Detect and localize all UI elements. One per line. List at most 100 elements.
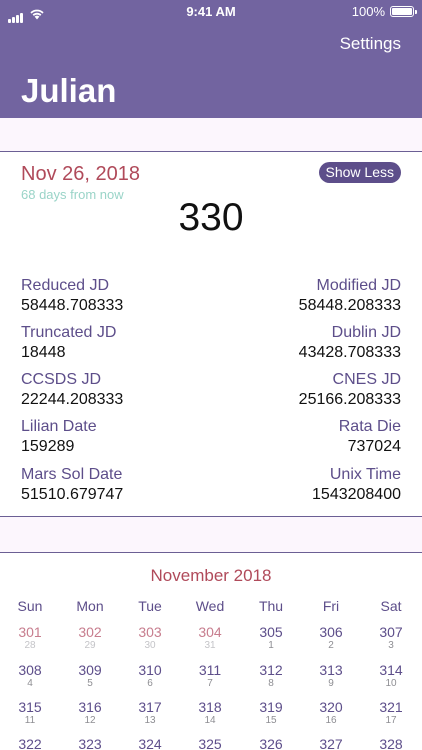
day-of-month-number: 7 (207, 678, 213, 689)
calendar-day-cell[interactable]: 324 (120, 736, 180, 750)
calendar-day-cell[interactable]: 303 30 (120, 624, 180, 651)
calendar-day-cell[interactable]: 306 2 (301, 624, 361, 651)
day-of-month-number: 31 (204, 640, 216, 651)
day-of-month-number: 28 (24, 640, 36, 651)
weekday-thu: Thu (258, 598, 284, 614)
calendar-day-cell[interactable]: 326 (241, 736, 301, 750)
lilian-date: Lilian Date 159289 (21, 417, 221, 457)
calendar-day-cell[interactable]: 302 29 (60, 624, 120, 651)
day-of-year-number: 327 (319, 736, 343, 750)
calendar-day-cell[interactable]: 312 8 (241, 662, 301, 689)
day-of-year-number: 308 (18, 662, 42, 678)
modified-jd-value: 58448.208333 (298, 297, 401, 314)
day-of-year-number: 301 (18, 624, 42, 640)
calendar-month-title: November 2018 (150, 566, 272, 585)
calendar-day-cell[interactable]: 325 (180, 736, 240, 750)
day-of-month-number: 14 (204, 715, 216, 726)
day-of-year-number: 326 (259, 736, 283, 750)
truncated-jd-label: Truncated JD (21, 324, 117, 341)
day-of-year-number: 305 (259, 624, 283, 640)
battery-percentage: 100% (351, 4, 385, 19)
calendar-day-cell[interactable]: 315 11 (0, 699, 60, 726)
calendar-day-cell[interactable]: 327 (301, 736, 361, 750)
weekday-wed: Wed (195, 598, 225, 614)
unix-time-value: 1543208400 (312, 486, 401, 503)
mars-sol-date: Mars Sol Date 51510.679747 (21, 465, 221, 505)
day-of-month-number: 11 (24, 715, 36, 726)
day-of-month-number: 17 (385, 715, 397, 726)
dublin-jd-value: 43428.708333 (298, 344, 401, 361)
day-of-year-number: 314 (379, 662, 403, 678)
cnes-jd-label: CNES JD (332, 371, 401, 388)
weekday-fri: Fri (322, 598, 340, 614)
date-detail-card: Nov 26, 2018 68 days from now Show Less … (0, 151, 422, 517)
day-of-year-number: 321 (379, 699, 403, 715)
truncated-jd: Truncated JD 18448 (21, 323, 221, 363)
ccsds-jd-label: CCSDS JD (21, 371, 102, 388)
day-of-month-number: 16 (325, 715, 337, 726)
settings-button[interactable]: Settings (340, 34, 401, 54)
calendar-day-cell[interactable]: 308 4 (0, 662, 60, 689)
day-of-month-number: 6 (147, 678, 153, 689)
calendar-day-cell[interactable]: 322 (0, 736, 60, 750)
calendar-day-cell[interactable]: 310 6 (120, 662, 180, 689)
calendar-day-cell[interactable]: 309 5 (60, 662, 120, 689)
show-less-button[interactable]: Show Less (318, 162, 401, 183)
weekday-sat: Sat (380, 598, 402, 614)
calendar-day-cell[interactable]: 323 (60, 736, 120, 750)
calendar-day-cell[interactable]: 314 10 (361, 662, 421, 689)
day-of-month-number: 30 (144, 640, 156, 651)
day-of-year-number: 315 (18, 699, 42, 715)
page-title: Julian (21, 72, 117, 109)
battery-status: 100% (351, 4, 417, 19)
truncated-jd-value: 18448 (21, 344, 66, 361)
ccsds-jd-value: 22244.208333 (21, 391, 124, 408)
mars-sol-date-label: Mars Sol Date (21, 466, 123, 483)
calendar-day-cell[interactable]: 320 16 (301, 699, 361, 726)
calendar-day-cell[interactable]: 318 14 (180, 699, 240, 726)
calendar-day-cell[interactable]: 317 13 (120, 699, 180, 726)
day-of-year-number: 312 (259, 662, 283, 678)
unix-time: Unix Time 1543208400 (201, 465, 401, 505)
calendar-day-cell[interactable]: 313 9 (301, 662, 361, 689)
calendar-day-cell[interactable]: 305 1 (241, 624, 301, 651)
day-of-month-number: 13 (144, 715, 156, 726)
day-of-year-number: 310 (138, 662, 162, 678)
calendar-day-cell[interactable]: 328 (361, 736, 421, 750)
day-of-month-number: 1 (268, 640, 274, 651)
day-of-year-number: 302 (78, 624, 102, 640)
day-of-month-number: 12 (84, 715, 96, 726)
weekday-sun: Sun (17, 598, 43, 614)
calendar-day-cell[interactable]: 307 3 (361, 624, 421, 651)
day-of-year-number: 320 (319, 699, 343, 715)
navigation-header: 9:41 AM 100% Settings Julian (0, 0, 422, 118)
day-of-month-number: 29 (84, 640, 96, 651)
day-of-month-number: 9 (328, 678, 334, 689)
reduced-jd-value: 58448.708333 (21, 297, 124, 314)
day-of-year-number: 313 (319, 662, 343, 678)
day-of-year-number: 303 (138, 624, 162, 640)
day-of-year-number: 306 (319, 624, 343, 640)
calendar-day-cell[interactable]: 301 28 (0, 624, 60, 651)
calendar-day-cell[interactable]: 316 12 (60, 699, 120, 726)
day-of-year-number: 307 (379, 624, 403, 640)
day-of-month-number: 4 (27, 678, 33, 689)
dublin-jd: Dublin JD 43428.708333 (201, 323, 401, 363)
calendar-day-cell[interactable]: 311 7 (180, 662, 240, 689)
day-of-year-number: 325 (198, 736, 222, 750)
rata-die: Rata Die 737024 (201, 417, 401, 457)
day-of-month-number: 3 (388, 640, 394, 651)
rata-die-value: 737024 (347, 438, 401, 455)
lilian-date-label: Lilian Date (21, 418, 97, 435)
battery-icon (390, 6, 417, 17)
day-of-year-number: 316 (78, 699, 102, 715)
calendar-day-cell[interactable]: 319 15 (241, 699, 301, 726)
day-of-year: 330 (178, 196, 244, 239)
day-of-year-number: 328 (379, 736, 403, 750)
day-of-month-number: 2 (328, 640, 334, 651)
mars-sol-date-value: 51510.679747 (21, 486, 124, 503)
calendar-day-cell[interactable]: 304 31 (180, 624, 240, 651)
cnes-jd-value: 25166.208333 (298, 391, 401, 408)
day-of-year-number: 318 (198, 699, 222, 715)
calendar-day-cell[interactable]: 321 17 (361, 699, 421, 726)
